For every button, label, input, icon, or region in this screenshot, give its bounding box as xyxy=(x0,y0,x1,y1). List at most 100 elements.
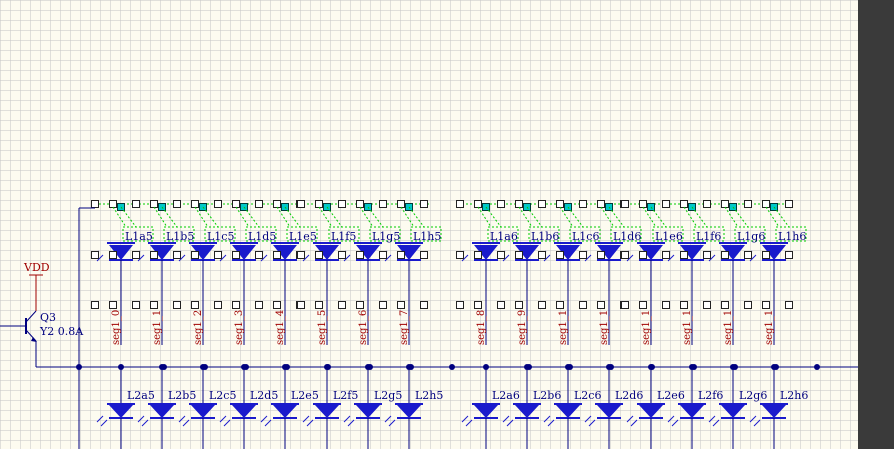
pin-pad xyxy=(515,301,523,309)
net-label: seg1_1 xyxy=(641,310,652,345)
led-designator: L1d6 xyxy=(613,230,641,243)
led-designator: L2c6 xyxy=(574,389,601,402)
led-designator: L1h5 xyxy=(413,230,441,243)
pin-pad xyxy=(356,301,364,309)
pin-pad xyxy=(515,200,523,208)
pin-pad xyxy=(255,301,263,309)
pin-pad xyxy=(515,251,523,259)
pin-pad xyxy=(497,251,505,259)
led-designator: L1b6 xyxy=(531,230,559,243)
junction-dot xyxy=(365,364,371,370)
pin-pad xyxy=(597,200,605,208)
led-emission-arrow xyxy=(347,419,355,427)
led-designator: L1f5 xyxy=(331,230,356,243)
junction-dot xyxy=(200,364,206,370)
led-designator: L1g6 xyxy=(737,230,765,243)
pin-pad xyxy=(191,200,199,208)
pin-pad xyxy=(315,301,323,309)
pin-pad xyxy=(273,251,281,259)
led-designator: L1e6 xyxy=(655,230,683,243)
net-label: seg1_7 xyxy=(399,310,410,345)
junction-dot xyxy=(648,364,654,370)
pin-pad xyxy=(703,251,711,259)
led-emission-arrow xyxy=(543,415,551,423)
led-designator: L2f5 xyxy=(333,389,358,402)
net-label: seg1_3 xyxy=(234,310,245,345)
pin-pad xyxy=(397,301,405,309)
pin-pad xyxy=(379,301,387,309)
led-emission-arrow xyxy=(182,419,190,427)
led-designator: L2e6 xyxy=(657,389,685,402)
led-emission-arrow xyxy=(141,419,149,427)
pin-pad xyxy=(621,200,629,208)
led-designator: L2f6 xyxy=(698,389,723,402)
led-emission-arrow xyxy=(708,415,716,423)
pin-pad xyxy=(762,301,770,309)
led-designator: L1h6 xyxy=(778,230,806,243)
pin-pad xyxy=(91,200,99,208)
led-designator: L1e5 xyxy=(289,230,317,243)
pin-pad xyxy=(597,301,605,309)
pin-pad xyxy=(397,251,405,259)
pin-pad xyxy=(297,301,305,309)
led-emission-arrow xyxy=(506,419,514,427)
pin-pad xyxy=(379,251,387,259)
pin-pad xyxy=(214,251,222,259)
pin-pad xyxy=(338,251,346,259)
net-label: seg1_0 xyxy=(111,310,122,345)
junction-dot xyxy=(76,364,82,370)
led-emission-arrow xyxy=(749,415,757,423)
pin-pad xyxy=(703,200,711,208)
pin-pad xyxy=(232,301,240,309)
pin-pad xyxy=(232,200,240,208)
pin-pad xyxy=(150,200,158,208)
pin-pad xyxy=(420,251,428,259)
led-designator: L2h6 xyxy=(780,389,808,402)
pin-pad xyxy=(744,301,752,309)
pin-pad xyxy=(762,200,770,208)
led-triangle xyxy=(109,405,133,418)
net-label: seg1_9 xyxy=(517,310,528,345)
pin-pad xyxy=(538,251,546,259)
net-label: seg1_2 xyxy=(193,310,204,345)
pin-pad xyxy=(474,200,482,208)
pin-pad xyxy=(456,301,464,309)
led-emission-arrow xyxy=(547,419,555,427)
junction-dot xyxy=(814,364,820,370)
junction-dot xyxy=(689,364,695,370)
led-emission-arrow xyxy=(384,415,392,423)
led-emission-arrow xyxy=(588,419,596,427)
led-triangle xyxy=(356,405,380,418)
pin-pad xyxy=(497,301,505,309)
junction-dot xyxy=(449,364,455,370)
pin-pad xyxy=(680,301,688,309)
junction-dot xyxy=(159,364,165,370)
net-label: seg1_1 xyxy=(764,310,775,345)
right-panel-edge xyxy=(858,0,894,449)
pin-pad xyxy=(785,251,793,259)
pin-pad xyxy=(556,301,564,309)
vdd-label: VDD xyxy=(23,261,50,274)
pin-pad xyxy=(762,251,770,259)
led-designator: L1g5 xyxy=(372,230,400,243)
junction-dot xyxy=(771,364,777,370)
led-designator: L2h5 xyxy=(415,389,443,402)
pin-pad xyxy=(744,200,752,208)
led-triangle xyxy=(232,405,256,418)
led-designator: L1a6 xyxy=(490,230,518,243)
pin-pad xyxy=(132,200,140,208)
led-emission-arrow xyxy=(753,419,761,427)
pin-pad xyxy=(662,301,670,309)
led-emission-arrow xyxy=(584,415,592,423)
schematic-canvas[interactable]: VDD Q3 Y2 0.8A L1a5 seg1_0 L1b5 seg1_1 L1c5 seg1… xyxy=(0,0,858,449)
led-designator: L1d5 xyxy=(248,230,276,243)
pin-pad xyxy=(356,251,364,259)
pin-pad xyxy=(273,301,281,309)
pin-pad xyxy=(703,301,711,309)
led-designator: L2a6 xyxy=(492,389,520,402)
led-designator: L2g6 xyxy=(739,389,767,402)
pin-pad xyxy=(420,301,428,309)
pin-pad xyxy=(173,301,181,309)
pin-pad xyxy=(474,301,482,309)
net-label: seg1_5 xyxy=(317,310,328,345)
